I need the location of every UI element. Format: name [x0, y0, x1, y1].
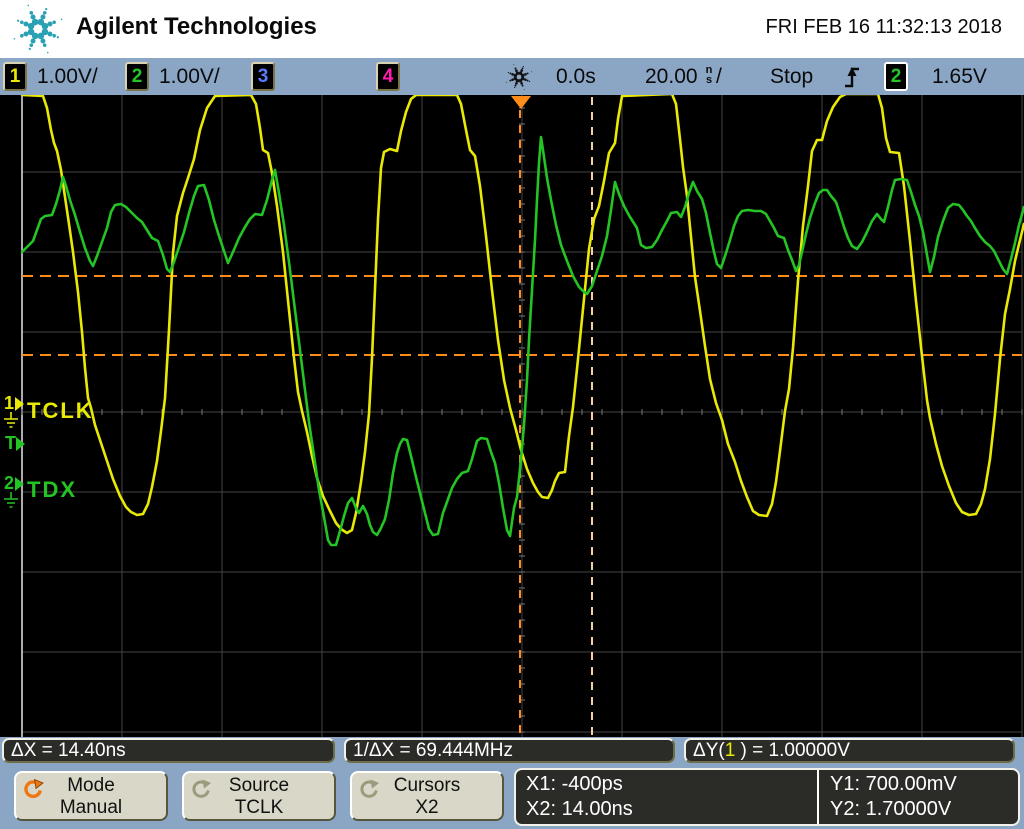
channel-2-signal-label: TDX — [27, 477, 77, 503]
channel-1-badge: 1 — [3, 62, 27, 91]
softkey-menu-bar: Mode Manual Source TCLK Cursors X2 X1: -… — [0, 766, 1024, 829]
timebase-value: 20.00 — [645, 65, 698, 89]
waveform-trace-tdx — [22, 137, 1024, 545]
timebase-unit-bottom: s — [703, 75, 715, 85]
channel-3-badge: 3 — [251, 62, 275, 91]
brand-title: Agilent Technologies — [76, 13, 317, 41]
softkey-source-label: Source — [184, 775, 334, 797]
softkey-cursors-label: Cursors — [352, 775, 502, 797]
cursor-x1-readout: X1: -400ps — [526, 773, 623, 796]
waveform-trace-tclk — [22, 95, 1024, 533]
cursor-x2-readout: X2: 14.00ns — [526, 798, 633, 821]
trigger-level: 1.65V — [932, 65, 987, 89]
timebase-slash: / — [716, 65, 722, 89]
channel-2-badge: 2 — [125, 62, 149, 91]
waveform-plot — [0, 95, 1024, 737]
softkey-mode-label: Mode — [16, 775, 166, 797]
status-bar: 1 1.00V/ 2 1.00V/ 3 4 0.0s 20.00 n s / S… — [0, 58, 1024, 95]
waveform-display: T 1 TCLK 2 TDX — [0, 95, 1024, 737]
softkey-mode-button[interactable]: Mode Manual — [14, 771, 168, 821]
channel-2-scale: 1.00V/ — [159, 65, 220, 89]
cursor-y1-readout: Y1: 700.00mV — [830, 773, 957, 796]
measurement-bar: ΔX = 14.40ns 1/ΔX = 69.444MHz ΔY(1 ) = 1… — [0, 737, 1024, 766]
channel-1-marker-label: 1 — [4, 395, 14, 411]
channel-1-signal-label: TCLK — [27, 398, 94, 424]
channel-1-ground-icon — [3, 412, 19, 430]
top-bar: Agilent Technologies FRI FEB 16 11:32:13… — [0, 0, 1024, 58]
trigger-marker-arrow-icon — [16, 437, 25, 451]
delta-x-readout: ΔX = 14.40ns — [2, 738, 335, 763]
trigger-slope-icon — [842, 64, 862, 90]
acquisition-state: Stop — [770, 65, 813, 89]
delta-y-readout: ΔY(1 ) = 1.00000V — [684, 738, 1015, 763]
agilent-logo-icon — [6, 0, 70, 58]
channel-2-ground-icon — [3, 492, 19, 510]
delta-y-suffix: ) = 1.00000V — [735, 740, 850, 761]
channel-1-scale: 1.00V/ — [37, 65, 98, 89]
softkey-cursors-value: X2 — [352, 797, 502, 819]
timebase-unit: n s — [703, 65, 715, 85]
channel-4-badge: 4 — [376, 62, 400, 91]
inverse-delta-x-readout: 1/ΔX = 69.444MHz — [344, 738, 675, 763]
channel-1-marker-arrow-icon — [15, 397, 24, 411]
channel-2-marker-arrow-icon — [15, 477, 24, 491]
delta-y-channel: 1 — [725, 740, 736, 761]
trigger-level-marker: T — [5, 435, 16, 451]
horizontal-delay: 0.0s — [556, 65, 596, 89]
trigger-source-badge: 2 — [884, 62, 908, 91]
datetime-display: FRI FEB 16 11:32:13 2018 — [766, 16, 1002, 39]
cursor-readout-panel: X1: -400ps X2: 14.00ns Y1: 700.00mV Y2: … — [514, 768, 1020, 826]
system-starburst-icon — [503, 61, 535, 93]
softkey-source-value: TCLK — [184, 797, 334, 819]
time-reference-marker-icon — [511, 96, 531, 109]
softkey-cursors-button[interactable]: Cursors X2 — [350, 771, 504, 821]
trigger-marker-label: T — [5, 433, 16, 453]
cursor-y2-readout: Y2: 1.70000V — [830, 798, 951, 821]
softkey-source-button[interactable]: Source TCLK — [182, 771, 336, 821]
delta-y-prefix: ΔY( — [693, 740, 725, 761]
softkey-mode-value: Manual — [16, 797, 166, 819]
readout-divider — [817, 770, 819, 824]
channel-2-marker-label: 2 — [4, 475, 14, 491]
